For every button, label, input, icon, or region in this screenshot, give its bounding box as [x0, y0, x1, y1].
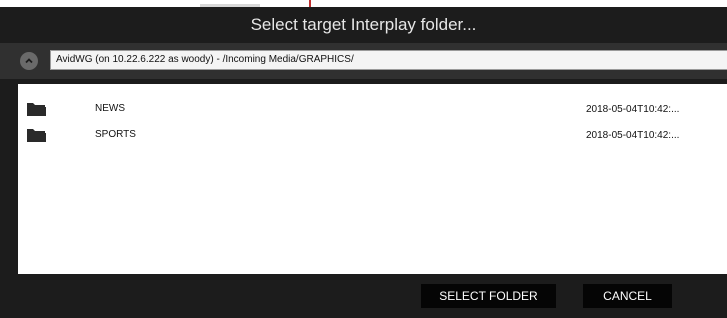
select-folder-dialog: Select target Interplay folder... AvidWG… — [0, 7, 727, 318]
folder-date: 2018-05-04T10:42:... — [586, 130, 680, 141]
chevron-up-icon — [25, 58, 33, 64]
path-field[interactable]: AvidWG (on 10.22.6.222 as woody) - /Inco… — [50, 50, 727, 70]
folder-icon — [27, 103, 46, 116]
folder-name: NEWS — [95, 103, 125, 114]
folder-icon — [27, 129, 46, 142]
host-window-strip — [0, 0, 727, 7]
folder-row-sports[interactable]: SPORTS 2018-05-04T10:42:... — [18, 124, 727, 146]
dialog-title: Select target Interplay folder... — [250, 15, 477, 34]
folder-date: 2018-05-04T10:42:... — [586, 104, 680, 115]
cancel-button[interactable]: CANCEL — [583, 284, 672, 308]
collapse-button[interactable] — [20, 52, 38, 70]
folder-name: SPORTS — [95, 129, 136, 140]
select-folder-button[interactable]: SELECT FOLDER — [421, 284, 556, 308]
folder-list[interactable]: NEWS 2018-05-04T10:42:... SPORTS 2018-05… — [18, 84, 727, 274]
path-bar: AvidWG (on 10.22.6.222 as woody) - /Inco… — [0, 43, 727, 79]
folder-row-news[interactable]: NEWS 2018-05-04T10:42:... — [18, 98, 727, 120]
host-window-strip-marker — [309, 0, 311, 7]
